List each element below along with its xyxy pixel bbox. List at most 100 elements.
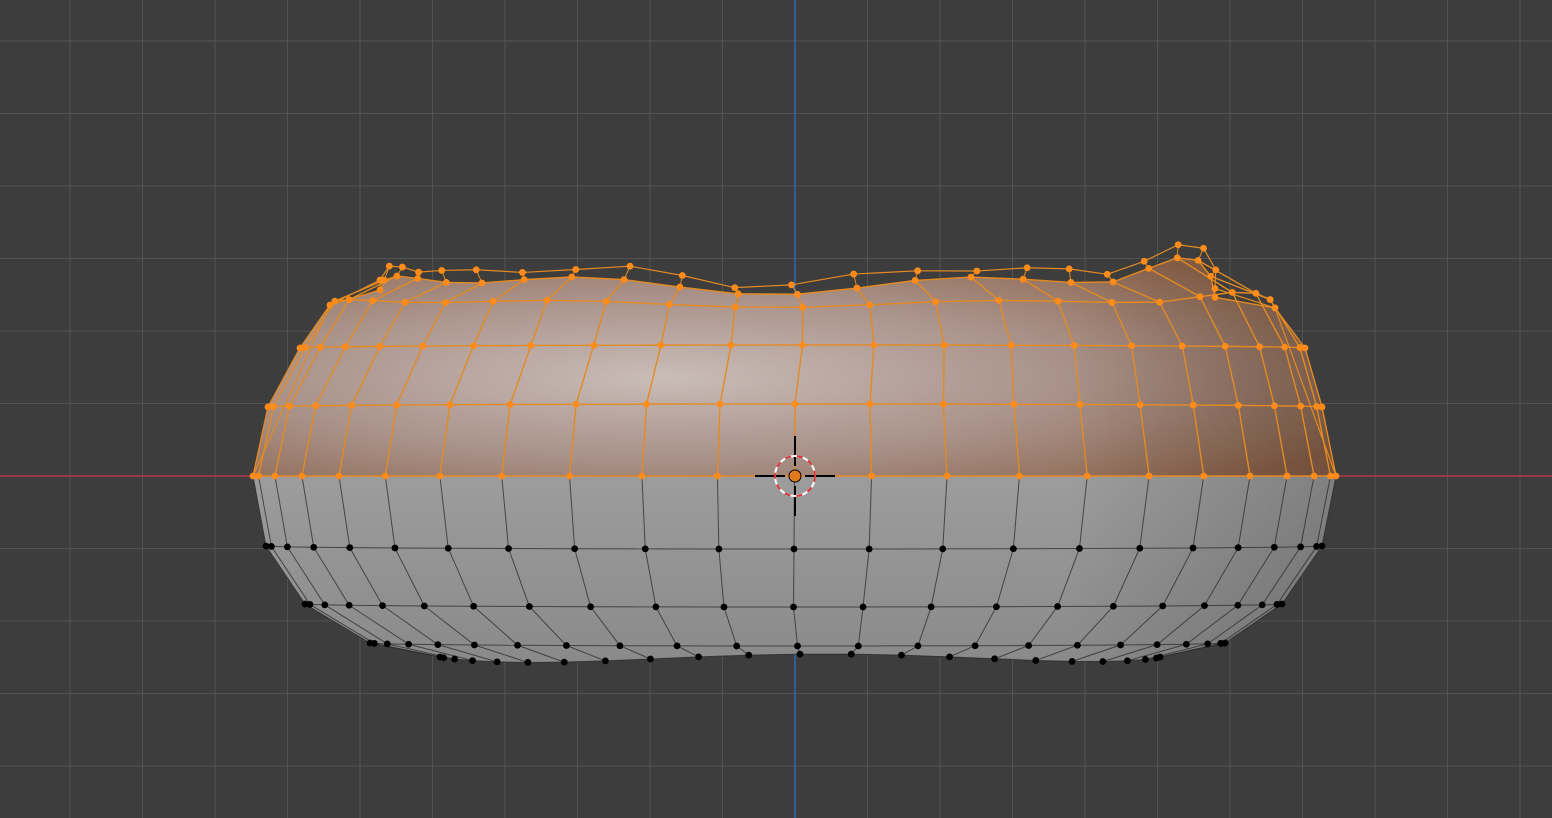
unselected-vertex[interactable] <box>1221 639 1229 647</box>
selected-vertex[interactable] <box>376 342 384 350</box>
selected-vertex[interactable] <box>520 276 528 284</box>
unselected-vertex[interactable] <box>1204 640 1212 648</box>
unselected-vertex[interactable] <box>652 603 660 611</box>
selected-vertex[interactable] <box>940 341 948 349</box>
unselected-vertex[interactable] <box>587 603 594 611</box>
selected-vertex[interactable] <box>1318 403 1326 411</box>
selected-vertex[interactable] <box>1145 472 1153 480</box>
unselected-vertex[interactable] <box>283 543 291 551</box>
selected-vertex[interactable] <box>1108 299 1116 306</box>
selected-vertex[interactable] <box>1207 272 1215 280</box>
unselected-vertex[interactable] <box>1032 657 1040 664</box>
unselected-vertex[interactable] <box>391 544 399 552</box>
selected-vertex[interactable] <box>734 290 742 298</box>
selected-vertex[interactable] <box>973 267 981 275</box>
selected-vertex[interactable] <box>1270 402 1278 410</box>
selected-vertex[interactable] <box>1136 401 1144 409</box>
selected-vertex[interactable] <box>1019 275 1027 283</box>
selected-vertex[interactable] <box>678 272 686 279</box>
unselected-vertex[interactable] <box>310 543 318 551</box>
unselected-vertex[interactable] <box>440 654 448 662</box>
unselected-vertex[interactable] <box>1201 602 1208 610</box>
selected-vertex[interactable] <box>866 301 874 309</box>
selected-vertex[interactable] <box>1211 293 1219 301</box>
unselected-vertex[interactable] <box>562 642 570 649</box>
selected-vertex[interactable] <box>1200 244 1207 252</box>
selected-vertex[interactable] <box>1310 472 1318 480</box>
selected-vertex[interactable] <box>566 472 573 480</box>
unselected-vertex[interactable] <box>616 642 624 650</box>
unselected-vertex[interactable] <box>641 545 649 553</box>
selected-vertex[interactable] <box>665 301 673 308</box>
selected-vertex[interactable] <box>1083 472 1091 480</box>
selected-vertex[interactable] <box>1174 241 1182 249</box>
unselected-vertex[interactable] <box>1124 657 1131 665</box>
selected-vertex[interactable] <box>1140 257 1148 265</box>
selected-vertex[interactable] <box>1271 304 1279 312</box>
unselected-vertex[interactable] <box>993 603 1000 611</box>
selected-vertex[interactable] <box>301 344 309 351</box>
selected-vertex[interactable] <box>1212 266 1220 274</box>
selected-vertex[interactable] <box>1266 296 1274 303</box>
selected-vertex[interactable] <box>1189 401 1197 409</box>
selected-vertex[interactable] <box>716 400 724 408</box>
unselected-vertex[interactable] <box>859 603 867 611</box>
unselected-vertex[interactable] <box>720 603 728 611</box>
selected-vertex[interactable] <box>914 267 922 275</box>
selected-vertex[interactable] <box>415 268 422 276</box>
selected-vertex[interactable] <box>590 341 598 349</box>
unselected-vertex[interactable] <box>1109 602 1117 610</box>
unselected-vertex[interactable] <box>790 545 798 553</box>
unselected-vertex[interactable] <box>1189 544 1197 552</box>
selected-vertex[interactable] <box>498 472 506 480</box>
selected-vertex[interactable] <box>1256 343 1263 351</box>
selected-vertex[interactable] <box>385 262 393 270</box>
unselected-vertex[interactable] <box>405 640 413 648</box>
unselected-vertex[interactable] <box>1136 544 1144 552</box>
unselected-vertex[interactable] <box>790 603 797 611</box>
selected-vertex[interactable] <box>381 472 389 480</box>
selected-vertex[interactable] <box>401 298 409 306</box>
selected-vertex[interactable] <box>1109 278 1117 286</box>
unselected-vertex[interactable] <box>1297 543 1305 551</box>
unselected-vertex[interactable] <box>434 641 442 649</box>
unselected-vertex[interactable] <box>379 602 386 610</box>
selected-vertex[interactable] <box>1145 264 1153 272</box>
selected-vertex[interactable] <box>1252 289 1260 297</box>
unselected-vertex[interactable] <box>525 603 533 610</box>
unselected-vertex[interactable] <box>1258 601 1266 609</box>
selected-vertex[interactable] <box>519 269 526 276</box>
selected-vertex[interactable] <box>312 402 320 410</box>
unselected-vertex[interactable] <box>847 650 855 658</box>
selected-vertex[interactable] <box>446 401 454 409</box>
selected-vertex[interactable] <box>1196 293 1204 301</box>
selected-vertex[interactable] <box>799 303 806 311</box>
selected-vertex[interactable] <box>602 297 610 305</box>
unselected-vertex[interactable] <box>647 655 654 663</box>
unselected-vertex[interactable] <box>493 658 501 666</box>
unselected-vertex[interactable] <box>1117 641 1124 649</box>
selected-vertex[interactable] <box>1178 342 1186 350</box>
selected-vertex[interactable] <box>348 401 356 409</box>
unselected-vertex[interactable] <box>451 655 458 663</box>
selected-vertex[interactable] <box>1070 342 1078 349</box>
unselected-vertex[interactable] <box>370 640 378 647</box>
unselected-vertex[interactable] <box>321 601 329 609</box>
selected-vertex[interactable] <box>1007 341 1015 349</box>
selected-vertex[interactable] <box>442 279 450 286</box>
selected-vertex[interactable] <box>269 403 277 410</box>
unselected-vertex[interactable] <box>673 642 681 650</box>
selected-vertex[interactable] <box>791 400 799 408</box>
unselected-vertex[interactable] <box>1153 641 1161 649</box>
selected-vertex[interactable] <box>1173 254 1181 262</box>
unselected-vertex[interactable] <box>306 601 314 608</box>
unselected-vertex[interactable] <box>946 653 953 661</box>
unselected-vertex[interactable] <box>854 642 862 650</box>
selected-vertex[interactable] <box>1301 344 1309 352</box>
selected-vertex[interactable] <box>1067 279 1075 286</box>
selected-vertex[interactable] <box>866 400 874 408</box>
unselected-vertex[interactable] <box>469 657 476 664</box>
unselected-vertex[interactable] <box>505 545 512 552</box>
unselected-vertex[interactable] <box>796 650 804 658</box>
selected-vertex[interactable] <box>932 298 940 306</box>
